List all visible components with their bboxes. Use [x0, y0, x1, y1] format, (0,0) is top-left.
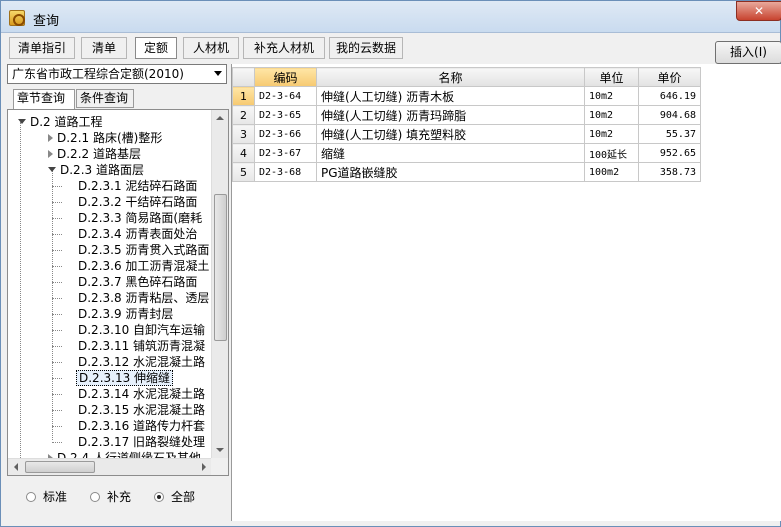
cell-price[interactable]: 952.65	[638, 143, 701, 163]
quota-library-value: 广东省市政工程综合定额(2010)	[12, 67, 184, 81]
insert-button[interactable]: 插入(I)	[715, 41, 781, 64]
scroll-thumb[interactable]	[214, 194, 227, 341]
scroll-down-icon[interactable]	[212, 442, 228, 459]
tab-bill[interactable]: 清单	[81, 37, 127, 59]
chapter-tree: D.2 道路工程 D.2.1 路床(槽)整形 D.2.2 道路基层 D.2.3 …	[7, 109, 229, 476]
row-number: 1	[232, 86, 255, 106]
cell-code[interactable]: D2-3-67	[254, 143, 317, 163]
tree-leaf[interactable]: D.2.3.11 铺筑沥青混凝	[52, 338, 205, 354]
table-row[interactable]: 5 D2-3-68 PG道路嵌缝胶 100m2 358.73	[232, 162, 701, 182]
quota-library-select[interactable]: 广东省市政工程综合定额(2010)	[7, 64, 227, 84]
column-header-code[interactable]: 编码	[254, 67, 317, 87]
collapse-icon[interactable]	[48, 134, 53, 142]
cell-unit[interactable]: 10m2	[584, 105, 639, 125]
tree-leaf[interactable]: D.2.3.1 泥结碎石路面	[52, 178, 197, 194]
scroll-left-icon[interactable]	[8, 459, 25, 475]
left-panel: 广东省市政工程综合定额(2010) 章节查询 条件查询 D.2 道路工程 D.2…	[7, 64, 229, 522]
cell-code[interactable]: D2-3-65	[254, 105, 317, 125]
title-bar[interactable]: 查询	[1, 1, 781, 33]
tree-leaf[interactable]: D.2.3.6 加工沥青混凝土	[52, 258, 209, 274]
tree-leaf[interactable]: D.2.3.5 沥青贯入式路面	[52, 242, 209, 258]
tree-node[interactable]: D.2.2 道路基层	[48, 146, 141, 162]
row-number: 3	[232, 124, 255, 144]
quota-table: 编码 名称 单位 单价 1 D2-3-64 伸缝(人工切缝) 沥青木板 10m2…	[232, 67, 701, 182]
row-number: 5	[232, 162, 255, 182]
column-header-name[interactable]: 名称	[316, 67, 585, 87]
quota-grid: 编码 名称 单位 单价 1 D2-3-64 伸缝(人工切缝) 沥青木板 10m2…	[231, 64, 781, 521]
scroll-thumb[interactable]	[25, 461, 95, 473]
row-number: 2	[232, 105, 255, 125]
window-title: 查询	[33, 14, 60, 29]
table-row[interactable]: 4 D2-3-67 缩缝 100延长 952.65	[232, 143, 701, 163]
cell-name[interactable]: PG道路嵌缝胶	[316, 162, 585, 182]
table-header-row: 编码 名称 单位 单价	[232, 67, 701, 87]
cell-name[interactable]: 伸缝(人工切缝) 沥青木板	[316, 86, 585, 106]
scroll-corner	[211, 458, 228, 475]
tree-leaf[interactable]: D.2.3.2 干结碎石路面	[52, 194, 197, 210]
tree-node[interactable]: D.2 道路工程	[18, 114, 103, 130]
cell-price[interactable]: 55.37	[638, 124, 701, 144]
tree-node[interactable]: D.2.3 道路面层	[48, 162, 144, 178]
tree-leaf[interactable]: D.2.3.12 水泥混凝土路	[52, 354, 205, 370]
column-header-price[interactable]: 单价	[638, 67, 701, 87]
scroll-right-icon[interactable]	[195, 459, 212, 475]
column-header-unit[interactable]: 单位	[584, 67, 639, 87]
cell-unit[interactable]: 10m2	[584, 124, 639, 144]
tree-leaf[interactable]: D.2.3.15 水泥混凝土路	[52, 402, 205, 418]
cell-name[interactable]: 伸缝(人工切缝) 沥青玛蹄脂	[316, 105, 585, 125]
cell-name[interactable]: 伸缝(人工切缝) 填充塑料胶	[316, 124, 585, 144]
tab-quota[interactable]: 定额	[135, 37, 177, 59]
table-row[interactable]: 3 D2-3-66 伸缝(人工切缝) 填充塑料胶 10m2 55.37	[232, 124, 701, 144]
tree-leaf-selected[interactable]: D.2.3.13 伸缩缝	[52, 370, 174, 386]
cell-price[interactable]: 358.73	[638, 162, 701, 182]
tree-leaf[interactable]: D.2.3.17 旧路裂缝处理	[52, 434, 205, 450]
tree-leaf[interactable]: D.2.3.8 沥青粘层、透层	[52, 290, 209, 306]
tree-leaf[interactable]: D.2.3.7 黑色碎石路面	[52, 274, 197, 290]
tab-labor-material-machine[interactable]: 人材机	[183, 37, 239, 59]
cell-unit[interactable]: 100延长	[584, 143, 639, 163]
tree-leaf[interactable]: D.2.3.16 道路传力杆套	[52, 418, 205, 434]
subtab-condition-search[interactable]: 条件查询	[76, 89, 134, 108]
cell-price[interactable]: 904.68	[638, 105, 701, 125]
row-number-header	[232, 67, 255, 87]
tree-leaf[interactable]: D.2.3.10 自卸汽车运输	[52, 322, 205, 338]
cell-unit[interactable]: 10m2	[584, 86, 639, 106]
cell-code[interactable]: D2-3-64	[254, 86, 317, 106]
tree-node[interactable]: D.2.1 路床(槽)整形	[48, 130, 162, 146]
cell-price[interactable]: 646.19	[638, 86, 701, 106]
app-icon	[9, 10, 25, 26]
cell-unit[interactable]: 100m2	[584, 162, 639, 182]
table-row[interactable]: 2 D2-3-65 伸缝(人工切缝) 沥青玛蹄脂 10m2 904.68	[232, 105, 701, 125]
tree-guide-line	[20, 122, 21, 462]
cell-code[interactable]: D2-3-68	[254, 162, 317, 182]
expand-icon[interactable]	[48, 167, 56, 172]
collapse-icon[interactable]	[48, 150, 53, 158]
tree-leaf[interactable]: D.2.3.4 沥青表面处治	[52, 226, 197, 242]
tab-my-cloud-data[interactable]: 我的云数据	[329, 37, 403, 59]
query-window: 查询 清单指引 清单 定额 人材机 补充人材机 我的云数据 插入(I) 广东省市…	[0, 0, 781, 527]
tree-horizontal-scrollbar[interactable]	[8, 458, 212, 475]
tree-leaf[interactable]: D.2.3.14 水泥混凝土路	[52, 386, 205, 402]
expand-icon[interactable]	[18, 119, 26, 124]
tab-supplementary-lmm[interactable]: 补充人材机	[243, 37, 325, 59]
chevron-down-icon	[214, 71, 222, 76]
scroll-up-icon[interactable]	[212, 110, 228, 127]
cell-name[interactable]: 缩缝	[316, 143, 585, 163]
tree-leaf[interactable]: D.2.3.3 简易路面(磨耗	[52, 210, 202, 226]
row-number: 4	[232, 143, 255, 163]
tree-vertical-scrollbar[interactable]	[211, 110, 228, 459]
cell-code[interactable]: D2-3-66	[254, 124, 317, 144]
tree-leaf[interactable]: D.2.3.9 沥青封层	[52, 306, 173, 322]
table-row[interactable]: 1 D2-3-64 伸缝(人工切缝) 沥青木板 10m2 646.19	[232, 86, 701, 106]
tab-bill-guide[interactable]: 清单指引	[9, 37, 75, 59]
close-button[interactable]	[736, 1, 781, 21]
subtab-chapter-search[interactable]: 章节查询	[13, 89, 75, 110]
